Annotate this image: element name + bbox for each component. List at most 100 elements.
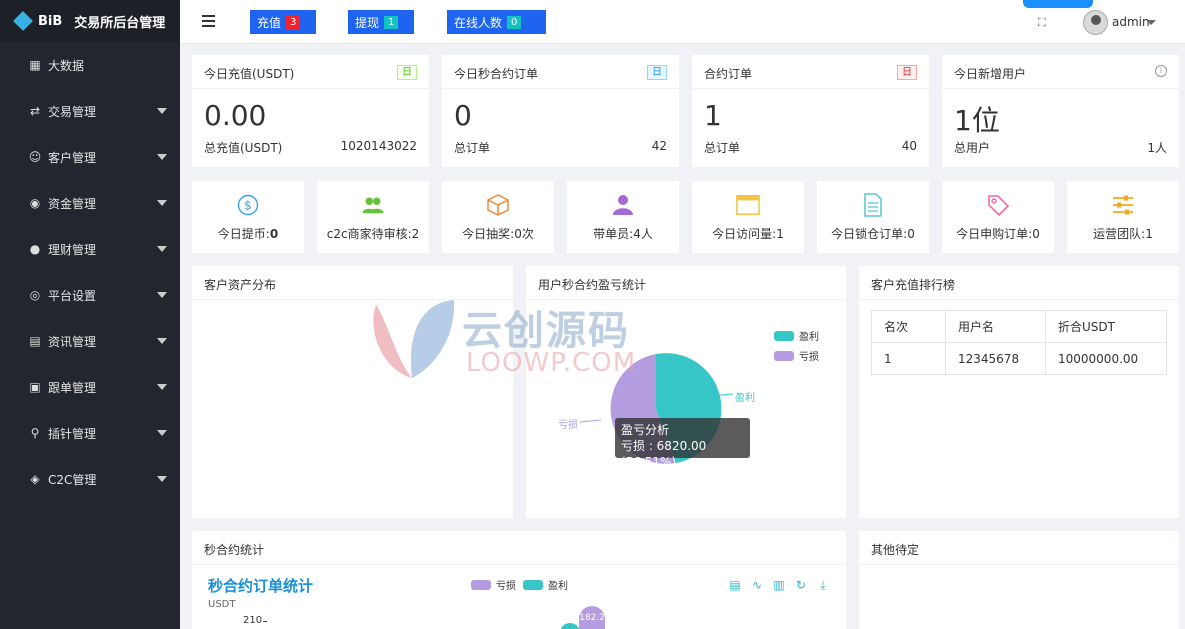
line-chart-icon[interactable]: ∿ bbox=[750, 578, 764, 592]
c2c-icon: ◈ bbox=[30, 472, 40, 486]
shortcut-visits[interactable]: 今日访问量:1 bbox=[692, 181, 804, 253]
withdraw-label: 提现 bbox=[355, 15, 380, 30]
table-row[interactable]: 1 12345678 10000000.00 bbox=[871, 342, 1167, 375]
stat-foot-label: 总订单 bbox=[704, 141, 741, 155]
pie-label-loss: 亏损 bbox=[558, 420, 578, 431]
shortcut-label: c2c商家待审核:2 bbox=[326, 226, 420, 241]
sidebar-item-copytrade[interactable]: ▣ 跟单管理 bbox=[0, 364, 180, 410]
sidebar-item-label: 理财管理 bbox=[48, 242, 97, 257]
sidebar-item-customers[interactable]: ☺ 客户管理 bbox=[0, 134, 180, 180]
sidebar-item-label: C2C管理 bbox=[48, 472, 97, 487]
column-header: 折合USDT bbox=[1045, 310, 1167, 343]
online-users-button[interactable]: 在线人数 0 bbox=[447, 10, 546, 34]
user-name[interactable]: admin bbox=[1112, 15, 1150, 29]
avatar[interactable] bbox=[1083, 10, 1108, 35]
panel-title: 秒合约统计 bbox=[192, 531, 846, 565]
recharge-button[interactable]: 充值 3 bbox=[250, 10, 316, 34]
topbar: 充值 3 提现 1 在线人数 0 ⛶ admin bbox=[180, 0, 1185, 44]
logo[interactable]: BiB 交易所后台管理 bbox=[0, 0, 180, 42]
sidebar-item-label: 大数据 bbox=[48, 58, 85, 73]
bar-chart-icon[interactable]: ▥ bbox=[772, 578, 786, 592]
fullscreen-icon[interactable]: ⛶ bbox=[1038, 16, 1050, 29]
bar-chart-icon: ▦ bbox=[29, 58, 41, 72]
withdraw-badge: 1 bbox=[384, 15, 399, 29]
shortcut-withdraw-today[interactable]: $ 今日提币:0 bbox=[192, 181, 304, 253]
sidebar-item-label: 客户管理 bbox=[48, 150, 97, 165]
recharge-label: 充值 bbox=[257, 15, 282, 30]
pie-tooltip: 盈亏分析 亏损 : 6820.00 (56.51%) bbox=[615, 418, 750, 469]
shortcut-label: 今日提币: bbox=[217, 226, 270, 241]
shortcut-label: 今日申购订单:0 bbox=[956, 226, 1040, 241]
shortcut-label: 今日抽奖:0次 bbox=[462, 226, 534, 241]
news-icon: ▤ bbox=[29, 334, 41, 348]
sidebar-item-c2c[interactable]: ◈ C2C管理 bbox=[0, 456, 180, 502]
panel-title: 其他待定 bbox=[859, 531, 1179, 565]
recharge-badge: 3 bbox=[286, 15, 301, 29]
stat-value: 1 bbox=[704, 99, 722, 132]
sidebar-item-bigdata[interactable]: ▦ 大数据 bbox=[0, 42, 180, 88]
shortcut-label: 今日锁仓订单:0 bbox=[831, 226, 915, 241]
shortcut-lottery[interactable]: 今日抽奖:0次 bbox=[442, 181, 554, 253]
sidebar-item-funds[interactable]: ◉ 资金管理 bbox=[0, 180, 180, 226]
chevron-down-icon[interactable] bbox=[1146, 20, 1156, 25]
sidebar-item-trade[interactable]: ⇄ 交易管理 bbox=[0, 88, 180, 134]
other-panel: 其他待定 bbox=[859, 531, 1179, 629]
withdraw-button[interactable]: 提现 1 bbox=[348, 10, 414, 34]
stat-foot-label: 总用户 bbox=[954, 141, 991, 155]
stat-card-contract: 合约订单 日 1 总订单 40 bbox=[692, 55, 929, 167]
group-icon bbox=[361, 193, 385, 217]
chart-unit: USDT bbox=[208, 599, 236, 610]
stat-foot-value: 40 bbox=[901, 139, 917, 153]
sidebar-item-pin[interactable]: ⚲ 插针管理 bbox=[0, 410, 180, 456]
sidebar-item-finance[interactable]: ● 理财管理 bbox=[0, 226, 180, 272]
sliders-icon bbox=[1111, 193, 1135, 217]
online-users-badge: 0 bbox=[507, 15, 522, 29]
panel-title: 客户充值排行榜 bbox=[859, 266, 1179, 300]
stat-title: 今日秒合约订单 bbox=[454, 67, 539, 81]
download-icon[interactable]: ⤓ bbox=[816, 578, 830, 592]
sidebar-item-label: 平台设置 bbox=[48, 288, 97, 303]
info-icon[interactable]: i bbox=[1155, 65, 1167, 77]
sidebar-item-label: 插针管理 bbox=[48, 426, 97, 441]
tooltip-title: 盈亏分析 bbox=[621, 423, 670, 437]
sidebar-item-news[interactable]: ▤ 资讯管理 bbox=[0, 318, 180, 364]
legend-loss[interactable]: 亏损 bbox=[471, 577, 516, 592]
stat-foot-value: 42 bbox=[651, 139, 667, 153]
legend-label: 盈利 bbox=[799, 332, 819, 343]
shortcut-label: 带单员:4人 bbox=[593, 226, 653, 241]
data-view-icon[interactable]: ▤ bbox=[728, 578, 742, 592]
table-header-row: 名次 用户名 折合USDT bbox=[871, 310, 1167, 343]
recharge-rank-panel: 客户充值排行榜 名次 用户名 折合USDT 1 12345678 1000000… bbox=[859, 266, 1179, 518]
day-tag: 日 bbox=[897, 65, 917, 80]
table-cell: 10000000.00 bbox=[1045, 342, 1167, 375]
chart-title: 秒合约订单统计 bbox=[208, 577, 314, 595]
chevron-down-icon bbox=[157, 476, 167, 482]
shortcut-label: 今日访问量:1 bbox=[712, 226, 784, 241]
refresh-icon[interactable]: ↻ bbox=[794, 578, 808, 592]
settings-icon: ◎ bbox=[29, 288, 41, 302]
legend-label: 亏损 bbox=[496, 581, 516, 592]
shortcut-leaders[interactable]: 带单员:4人 bbox=[567, 181, 679, 253]
logo-mark-text: BiB bbox=[38, 13, 63, 29]
users-icon: ☺ bbox=[28, 150, 42, 164]
shortcut-c2c-review[interactable]: c2c商家待审核:2 bbox=[317, 181, 429, 253]
shortcut-lock-orders[interactable]: 今日锁仓订单:0 bbox=[817, 181, 929, 253]
chart-bubble-profit bbox=[560, 623, 580, 629]
money-bag-icon: ◉ bbox=[29, 196, 41, 210]
legend-profit[interactable]: 盈利 bbox=[523, 577, 568, 592]
stat-title: 合约订单 bbox=[704, 67, 753, 81]
book-icon: ▣ bbox=[29, 380, 41, 394]
legend-profit[interactable]: 盈利 bbox=[774, 328, 819, 343]
legend-loss[interactable]: 亏损 bbox=[774, 348, 819, 363]
chevron-down-icon bbox=[157, 292, 167, 298]
panel-title: 客户资产分布 bbox=[192, 266, 513, 300]
shortcut-subscribe-orders[interactable]: 今日申购订单:0 bbox=[942, 181, 1054, 253]
menu-toggle-icon[interactable] bbox=[202, 15, 215, 27]
sidebar-item-platform[interactable]: ◎ 平台设置 bbox=[0, 272, 180, 318]
table-cell: 1 bbox=[871, 342, 946, 375]
notification-popup-edge[interactable] bbox=[1023, 0, 1093, 8]
online-users-label: 在线人数 bbox=[454, 15, 503, 30]
stat-value: 1位 bbox=[954, 104, 1000, 137]
shortcut-ops-team[interactable]: 运营团队:1 bbox=[1067, 181, 1179, 253]
chevron-down-icon bbox=[157, 200, 167, 206]
